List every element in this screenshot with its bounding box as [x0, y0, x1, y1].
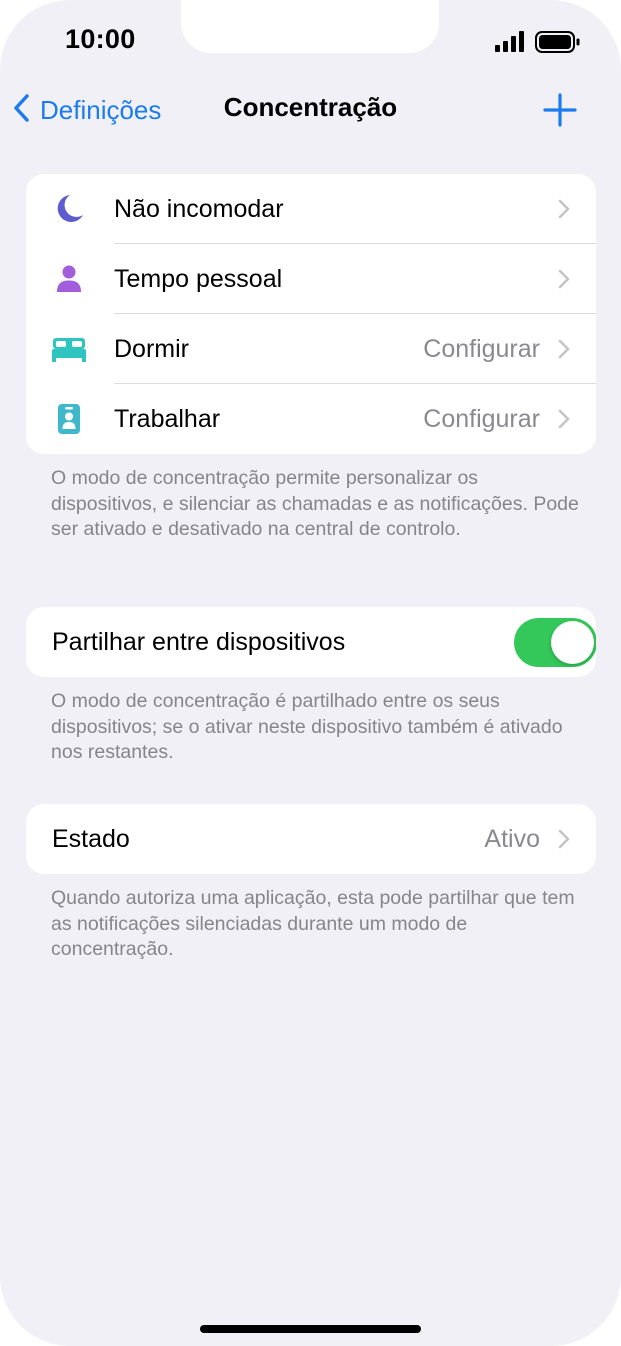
notch [181, 0, 439, 53]
chevron-right-icon [558, 269, 570, 289]
list-item-tempo-pessoal[interactable]: Tempo pessoal [26, 244, 596, 314]
chevron-right-icon [558, 409, 570, 429]
status-indicators [493, 30, 583, 54]
moon-icon [52, 194, 86, 224]
share-footer-text: O modo de concentração é partilhado entr… [51, 690, 563, 763]
focus-footer-text: O modo de concentração permite personali… [51, 467, 579, 540]
status-group: Estado Ativo [26, 804, 596, 874]
chevron-right-icon [558, 199, 570, 219]
focus-modes-list: Não incomodar Tempo pessoal Dormir Confi… [26, 174, 596, 454]
page-title: Concentração [223, 92, 398, 122]
list-item-label: Não incomodar [114, 195, 284, 223]
plus-icon [543, 93, 577, 127]
share-devices-group: Partilhar entre dispositivos [26, 607, 596, 677]
list-item-label: Trabalhar [114, 405, 221, 433]
status-footer-text: Quando autoriza uma aplicação, esta pode… [51, 887, 575, 960]
status-row-value: Ativo [484, 825, 540, 853]
list-item-label: Dormir [114, 335, 189, 363]
share-devices-row: Partilhar entre dispositivos [26, 607, 596, 677]
list-item-label: Tempo pessoal [114, 265, 283, 293]
phone-screen: 10:00 Definições Concentração Não incomo… [0, 0, 621, 1346]
status-row[interactable]: Estado Ativo [26, 804, 596, 874]
status-time: 10:00 [65, 24, 136, 54]
share-devices-label: Partilhar entre dispositivos [52, 628, 346, 656]
status-row-label: Estado [52, 825, 130, 853]
list-item-value: Configurar [423, 405, 540, 433]
id-badge-icon [52, 404, 86, 434]
battery-full-icon [535, 31, 580, 53]
list-item-nao-incomodar[interactable]: Não incomodar [26, 174, 596, 244]
list-item-value: Configurar [423, 335, 540, 363]
toggle-knob [551, 621, 594, 664]
chevron-right-icon [558, 829, 570, 849]
list-item-trabalhar[interactable]: Trabalhar Configurar [26, 384, 596, 454]
list-item-dormir[interactable]: Dormir Configurar [26, 314, 596, 384]
person-icon [52, 264, 86, 294]
home-indicator[interactable] [200, 1325, 421, 1333]
share-devices-toggle[interactable] [514, 618, 596, 667]
bed-icon [52, 334, 86, 364]
cellular-signal-icon [495, 31, 524, 52]
add-button[interactable] [540, 90, 580, 130]
chevron-right-icon [558, 339, 570, 359]
